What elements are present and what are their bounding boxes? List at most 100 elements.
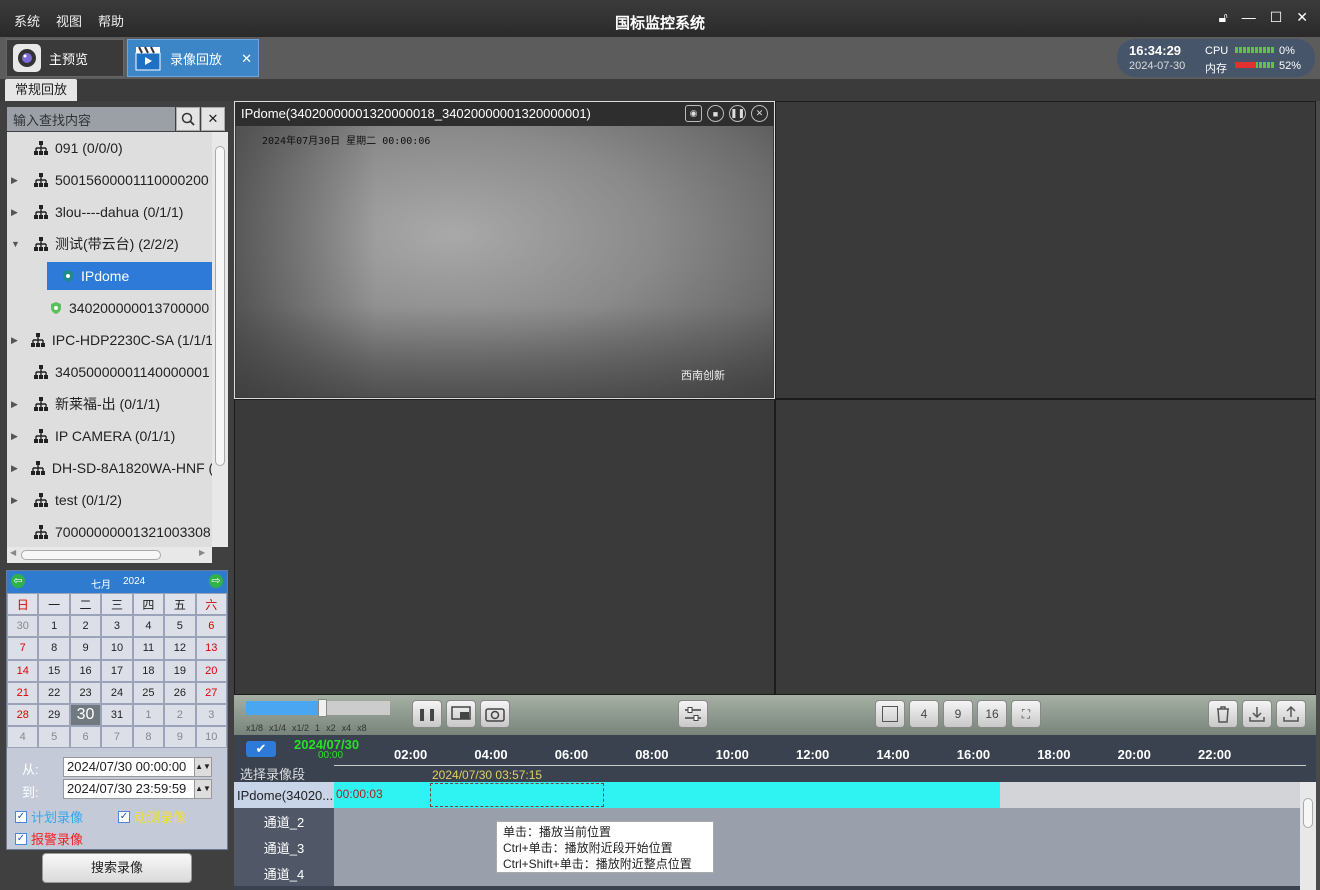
tree-item[interactable]: ▶ 3lou----dahua (0/1/1) [7,198,212,226]
tree-horizontal-scrollbar[interactable]: ◀ ▶ [7,547,212,563]
scroll-thumb[interactable] [21,550,161,560]
play-pause-button[interactable]: ❚❚ [412,700,442,728]
search-records-button[interactable]: 搜索录像 [42,853,192,883]
selection-box[interactable] [430,783,604,807]
maximize-icon[interactable]: ☐ [1270,9,1283,26]
calendar-day[interactable]: 26 [164,681,196,704]
calendar-day[interactable]: 25 [132,681,165,704]
expand-arrow-icon[interactable]: ▶ [11,495,21,506]
timeline-scrollbar[interactable] [1300,782,1316,890]
calendar-day[interactable]: 9 [164,726,196,749]
calendar-year[interactable]: 2024 [123,576,145,587]
calendar-day[interactable]: 30 [69,703,102,727]
tree-item[interactable]: ▶ 50015600001110000200 [7,166,212,194]
calendar-day[interactable]: 23 [69,681,102,704]
tree-vertical-scrollbar[interactable] [212,132,228,547]
confirm-icon[interactable]: ✔ [246,741,276,757]
tree-item[interactable]: 70000000001321003308 [7,518,212,546]
calendar-day[interactable]: 5 [38,726,70,749]
speed-slider[interactable] [246,699,390,717]
calendar-day[interactable]: 28 [7,703,39,727]
expand-arrow-icon[interactable]: ▶ [11,399,21,410]
calendar-day[interactable]: 6 [69,726,102,749]
search-icon[interactable] [176,107,200,131]
calendar-day[interactable]: 11 [132,637,165,660]
layout-4-button[interactable]: 4 [909,700,939,728]
calendar-day[interactable]: 12 [164,637,196,660]
scroll-thumb[interactable] [215,146,225,466]
calendar-day[interactable]: 7 [7,637,39,660]
tree-item[interactable]: ▶ test (0/1/2) [7,486,212,514]
scroll-right-icon[interactable]: ▶ [199,548,205,557]
video-window-1[interactable]: IPdome(34020000001320000018_340200000013… [234,101,775,399]
calendar-day[interactable]: 15 [38,659,70,682]
tree-item[interactable]: ▶ IP CAMERA (0/1/1) [7,422,212,450]
export-button[interactable] [1276,700,1306,728]
timeline-row-3[interactable]: 通道_3 [234,834,1300,860]
calendar-day[interactable]: 7 [101,726,133,749]
speed-label[interactable]: x1/4 [269,723,286,733]
close-icon[interactable]: ✕ [1296,9,1308,26]
tree-item[interactable]: 091 (0/0/0) [7,134,212,162]
collapse-arrow-icon[interactable]: ▼ [11,239,21,249]
expand-arrow-icon[interactable]: ▶ [11,463,18,474]
download-button[interactable] [1242,700,1272,728]
fullscreen-display-button[interactable] [446,700,476,728]
row-track[interactable]: 00:00:03 [334,782,1300,808]
calendar-day[interactable]: 27 [195,681,227,704]
calendar-day[interactable]: 3 [195,703,227,727]
to-spinner[interactable]: ▲▼ [194,779,212,799]
calendar-day[interactable]: 9 [69,637,102,660]
speed-label[interactable]: x1/8 [246,723,263,733]
video-window-3[interactable] [234,399,775,695]
tab-normal-playback[interactable]: 常规回放 [5,79,77,101]
fullscreen-button[interactable]: ⛶ [1011,700,1041,728]
timeline-row-1[interactable]: IPdome(34020... 00:00:03 [234,782,1300,808]
timeline-row-4[interactable]: 通道_4 [234,860,1300,886]
settings-button[interactable] [678,700,708,728]
tree-item[interactable]: ▼ 测试(带云台) (2/2/2) [7,230,212,258]
calendar-day[interactable]: 29 [38,703,70,727]
speed-label[interactable]: x8 [357,723,367,733]
layout-1-button[interactable] [875,700,905,728]
calendar-day[interactable]: 14 [7,659,39,682]
timeline-row-2[interactable]: 通道_2 [234,808,1300,834]
pause-icon[interactable]: ❚❚ [729,105,746,122]
speed-label[interactable]: x4 [342,723,352,733]
speed-label[interactable]: x2 [326,723,336,733]
calendar-day[interactable]: 4 [132,615,165,638]
calendar-day[interactable]: 24 [101,681,133,704]
calendar-day[interactable]: 16 [69,659,102,682]
prev-month-icon[interactable]: ⇦ [11,574,25,588]
snapshot-icon[interactable]: ◉ [685,105,702,122]
calendar-day[interactable]: 30 [7,615,39,638]
next-month-icon[interactable]: ⇨ [209,574,223,588]
video-window-4[interactable] [775,399,1316,695]
tree-item[interactable]: ▶ IPC-HDP2230C-SA (1/1/1) [7,326,212,354]
tree-item[interactable]: ▶ 新莱福-出 (0/1/1) [7,390,212,418]
calendar-day[interactable]: 5 [164,615,196,638]
calendar-day[interactable]: 10 [195,726,227,749]
calendar-day[interactable]: 10 [101,637,133,660]
snapshot-button[interactable] [480,700,510,728]
calendar-day[interactable]: 19 [164,659,196,682]
expand-arrow-icon[interactable]: ▶ [11,335,18,346]
unlock-icon[interactable]: 🔓︎ [1219,9,1228,26]
layout-16-button[interactable]: 16 [977,700,1007,728]
calendar-day[interactable]: 1 [38,615,70,638]
layout-9-button[interactable]: 9 [943,700,973,728]
calendar-day[interactable]: 6 [195,615,227,638]
delete-button[interactable] [1208,700,1238,728]
motion-record-checkbox[interactable]: ✓ 动测录像 [118,807,186,826]
expand-arrow-icon[interactable]: ▶ [11,175,21,186]
tab-playback[interactable]: 录像回放 ✕ [127,39,259,77]
calendar-day[interactable]: 8 [38,637,70,660]
calendar-day[interactable]: 17 [101,659,133,682]
tab-main-preview[interactable]: 主预览 [6,39,124,77]
stop-icon[interactable]: ■ [707,105,724,122]
calendar-day[interactable]: 4 [7,726,39,749]
calendar-month[interactable]: 七月 [91,576,111,591]
calendar-day[interactable]: 8 [132,726,165,749]
speed-knob[interactable] [318,699,327,717]
scroll-thumb[interactable] [1303,798,1313,828]
